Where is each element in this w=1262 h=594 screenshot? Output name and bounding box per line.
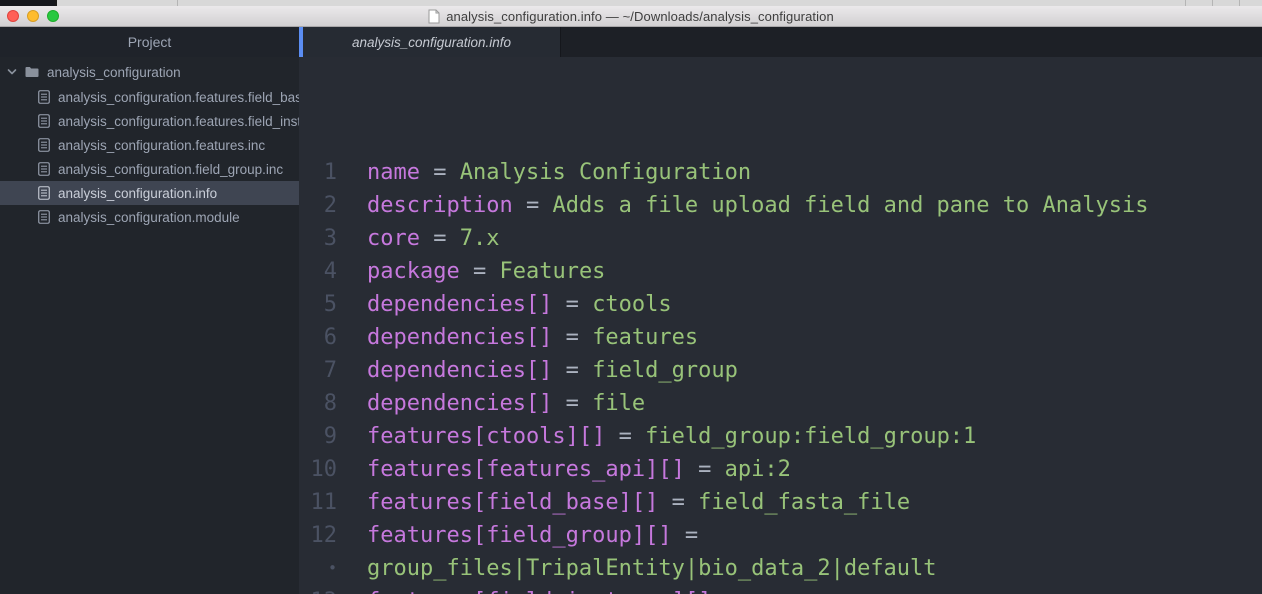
code-line[interactable]: • group_files|TripalEntity|bio_data_2|de… — [299, 552, 1262, 585]
project-sidebar: Project analysis_configuration — [0, 27, 299, 594]
file-icon — [38, 90, 50, 104]
close-button[interactable] — [7, 10, 19, 22]
code-line[interactable]: 1 name = Analysis Configuration — [299, 156, 1262, 189]
traffic-lights — [7, 10, 59, 22]
code-text: description = Adds a file upload field a… — [367, 189, 1262, 222]
window-titlebar: analysis_configuration.info — ~/Download… — [0, 6, 1262, 27]
line-number: 11 — [299, 486, 367, 519]
tree-folder-row[interactable]: analysis_configuration — [0, 59, 299, 85]
document-icon — [428, 9, 440, 24]
folder-icon — [25, 66, 39, 78]
file-icon — [38, 114, 50, 128]
editor-pane: analysis_configuration.info 1 name = Ana… — [299, 27, 1262, 594]
code-text: features[ctools][] = field_group:field_g… — [367, 420, 1262, 453]
code-text: dependencies[] = field_group — [367, 354, 1262, 387]
code-text: core = 7.x — [367, 222, 1262, 255]
tree-file-row[interactable]: analysis_configuration.features.field_in… — [0, 109, 299, 133]
code-text: name = Analysis Configuration — [367, 156, 1262, 189]
line-number: 6 — [299, 321, 367, 354]
file-name: analysis_configuration.field_group.inc — [58, 162, 283, 177]
app-window: analysis_configuration.info — ~/Download… — [0, 0, 1262, 594]
minimize-button[interactable] — [27, 10, 39, 22]
file-name: analysis_configuration.features.field_in… — [58, 114, 299, 129]
code-text: features[field_base][] = field_fasta_fil… — [367, 486, 1262, 519]
code-line[interactable]: 3 core = 7.x — [299, 222, 1262, 255]
window-title: analysis_configuration.info — ~/Download… — [446, 9, 834, 24]
code-text: dependencies[] = features — [367, 321, 1262, 354]
tree-file-row[interactable]: analysis_configuration.features.field_ba… — [0, 85, 299, 109]
code-text: dependencies[] = ctools — [367, 288, 1262, 321]
line-number: 10 — [299, 453, 367, 486]
code-line[interactable]: 12 features[field_group][] = — [299, 519, 1262, 552]
code-text: features[features_api][] = api:2 — [367, 453, 1262, 486]
chevron-down-icon — [7, 67, 17, 77]
code-line[interactable]: 7 dependencies[] = field_group — [299, 354, 1262, 387]
code-text: group_files|TripalEntity|bio_data_2|defa… — [367, 552, 1262, 585]
code-editor[interactable]: 1 name = Analysis Configuration 2 descri… — [299, 57, 1262, 594]
tab-analysis-configuration-info[interactable]: analysis_configuration.info — [303, 27, 561, 57]
file-icon — [38, 138, 50, 152]
file-name: analysis_configuration.module — [58, 210, 240, 225]
line-number: 1 — [299, 156, 367, 189]
code-text: dependencies[] = file — [367, 387, 1262, 420]
line-number: 5 — [299, 288, 367, 321]
file-icon — [38, 186, 50, 200]
sidebar-header: Project — [0, 27, 299, 57]
zoom-button[interactable] — [47, 10, 59, 22]
line-number: • — [299, 552, 367, 585]
folder-name: analysis_configuration — [47, 65, 181, 80]
file-icon — [38, 162, 50, 176]
code-text: package = Features — [367, 255, 1262, 288]
tree-file-row[interactable]: analysis_configuration.info — [0, 181, 299, 205]
line-number: 9 — [299, 420, 367, 453]
code-text: features[field_instance][] = — [367, 585, 1262, 594]
file-icon — [38, 210, 50, 224]
file-tree: analysis_configuration analysis_configur… — [0, 57, 299, 229]
code-line[interactable]: 11 features[field_base][] = field_fasta_… — [299, 486, 1262, 519]
line-number: 7 — [299, 354, 367, 387]
tree-file-row[interactable]: analysis_configuration.field_group.inc — [0, 157, 299, 181]
code-line[interactable]: 13 features[field_instance][] = — [299, 585, 1262, 594]
line-number: 13 — [299, 585, 367, 594]
line-number: 8 — [299, 387, 367, 420]
line-number: 12 — [299, 519, 367, 552]
line-number: 4 — [299, 255, 367, 288]
code-line[interactable]: 6 dependencies[] = features — [299, 321, 1262, 354]
line-number: 2 — [299, 189, 367, 222]
code-line[interactable]: 8 dependencies[] = file — [299, 387, 1262, 420]
file-name: analysis_configuration.features.inc — [58, 138, 265, 153]
code-text: features[field_group][] = — [367, 519, 1262, 552]
file-name: analysis_configuration.features.field_ba… — [58, 90, 299, 105]
code-line[interactable]: 2 description = Adds a file upload field… — [299, 189, 1262, 222]
file-name: analysis_configuration.info — [58, 186, 217, 201]
code-line[interactable]: 9 features[ctools][] = field_group:field… — [299, 420, 1262, 453]
tab-bar: analysis_configuration.info — [299, 27, 1262, 57]
tree-file-row[interactable]: analysis_configuration.module — [0, 205, 299, 229]
code-line[interactable]: 5 dependencies[] = ctools — [299, 288, 1262, 321]
tree-file-row[interactable]: analysis_configuration.features.inc — [0, 133, 299, 157]
line-number: 3 — [299, 222, 367, 255]
code-line[interactable]: 10 features[features_api][] = api:2 — [299, 453, 1262, 486]
code-line[interactable]: 4 package = Features — [299, 255, 1262, 288]
